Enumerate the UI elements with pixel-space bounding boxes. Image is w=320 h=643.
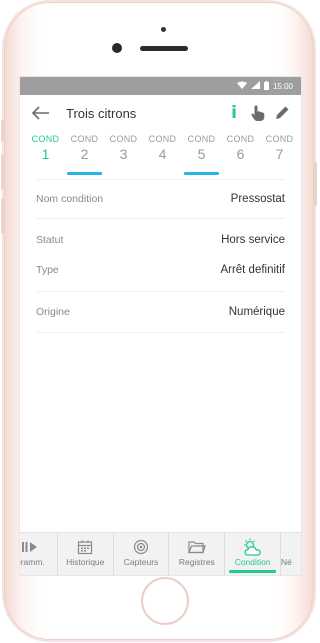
nav-label: Condition [234, 557, 271, 567]
row-nom-condition: Nom condition Pressostat [36, 180, 285, 218]
nav-label: Registres [178, 557, 215, 567]
nav-next[interactable]: Né [281, 533, 301, 575]
nav-label: Né [281, 557, 292, 567]
earpiece [140, 46, 188, 51]
pencil-icon[interactable] [271, 102, 293, 124]
home-button[interactable] [141, 577, 189, 625]
tab-cond-7[interactable]: COND 7 [260, 131, 299, 177]
field-value: Numérique [228, 306, 285, 318]
app-screen: 15:00 Trois citrons i COND 1 COND 2 COND… [20, 77, 301, 575]
tab-number: 4 [158, 146, 167, 162]
volume-down-button [1, 198, 4, 234]
field-label: Nom condition [36, 193, 104, 205]
row-origine: Origine Numérique [36, 292, 285, 332]
tab-label: COND [187, 134, 216, 144]
top-toolbar: Trois citrons i [20, 95, 301, 131]
power-button [314, 162, 317, 206]
battery-icon [263, 80, 269, 92]
tab-number: 6 [236, 146, 245, 162]
field-value: Hors service [221, 234, 285, 246]
row-statut: Statut Hors service [36, 225, 285, 255]
nav-programme[interactable]: gramm. [20, 533, 58, 575]
status-time: 15:00 [272, 81, 293, 91]
folder-icon [187, 538, 206, 556]
tab-cond-1[interactable]: COND 1 [26, 131, 65, 177]
volume-up-button [1, 154, 4, 190]
page-title: Trois citrons [66, 105, 137, 121]
nav-label: gramm. [20, 557, 45, 567]
tab-label: COND [31, 134, 60, 144]
tab-indicator [67, 172, 102, 175]
tab-label: COND [148, 134, 177, 144]
nav-historique[interactable]: Historique [58, 533, 114, 575]
calendar-icon [77, 538, 93, 556]
condition-tabs: COND 1 COND 2 COND 3 COND 4 COND 5 COND … [20, 131, 301, 177]
weather-sun-cloud-icon [242, 538, 264, 556]
hand-pointer-icon[interactable] [247, 102, 269, 124]
nav-label: Historique [66, 557, 105, 567]
tab-cond-6[interactable]: COND 6 [221, 131, 260, 177]
status-bar: 15:00 [20, 77, 301, 95]
signal-icon [250, 81, 260, 91]
info-symbol: i [231, 103, 237, 123]
nav-label: Capteurs [123, 557, 159, 567]
wifi-icon [236, 81, 247, 91]
tab-label: COND [265, 134, 294, 144]
front-camera [112, 43, 122, 53]
back-arrow-icon[interactable] [30, 102, 52, 124]
tab-number: 1 [41, 146, 50, 162]
sensor-icon [133, 538, 149, 556]
field-label: Type [36, 264, 59, 276]
field-value: Arrêt definitif [220, 264, 285, 276]
tab-cond-4[interactable]: COND 4 [143, 131, 182, 177]
condition-details: Nom condition Pressostat Statut Hors ser… [20, 179, 301, 333]
mute-switch [1, 120, 4, 142]
tab-number: 5 [197, 146, 206, 162]
tab-label: COND [70, 134, 99, 144]
tab-cond-5[interactable]: COND 5 [182, 131, 221, 177]
bottom-nav: gramm. Historique Capteurs Registres [20, 532, 301, 575]
nav-condition[interactable]: Condition [225, 533, 282, 575]
tab-cond-2[interactable]: COND 2 [65, 131, 104, 177]
tab-number: 3 [119, 146, 128, 162]
tab-label: COND [226, 134, 255, 144]
nav-registres[interactable]: Registres [169, 533, 226, 575]
tab-number: 2 [80, 146, 89, 162]
tab-label: COND [109, 134, 138, 144]
divider [36, 332, 285, 333]
tab-number: 7 [275, 146, 284, 162]
field-label: Statut [36, 234, 64, 246]
nav-capteurs[interactable]: Capteurs [114, 533, 170, 575]
tab-indicator [184, 172, 219, 175]
field-label: Origine [36, 306, 70, 318]
proximity-sensor [161, 27, 166, 32]
field-value: Pressostat [230, 193, 285, 205]
play-list-icon [20, 538, 38, 556]
active-nav-indicator [229, 570, 277, 573]
tab-cond-3[interactable]: COND 3 [104, 131, 143, 177]
row-type: Type Arrêt definitif [36, 255, 285, 285]
info-icon[interactable]: i [223, 102, 245, 124]
